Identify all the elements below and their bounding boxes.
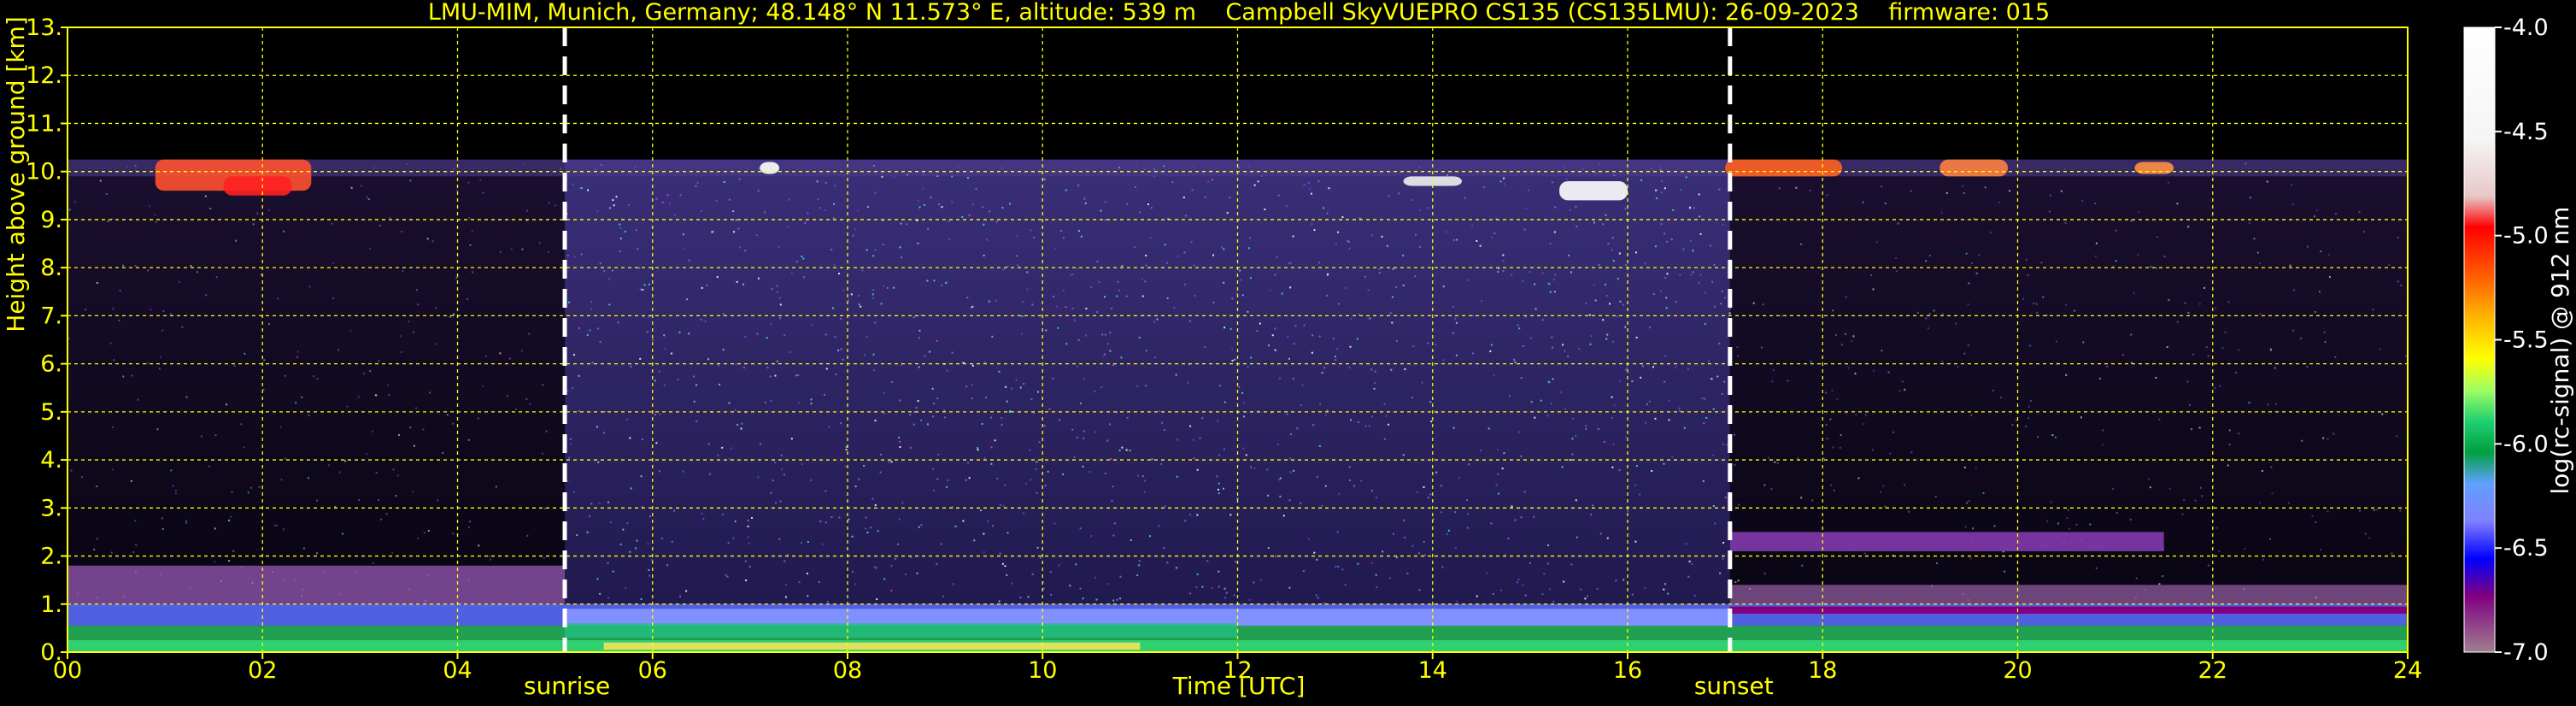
- y-tick-label: 11.: [26, 110, 62, 137]
- y-tick-label: 9.: [40, 207, 62, 233]
- sunrise-annotation: sunrise: [524, 672, 611, 700]
- x-tick-label: 16: [1613, 657, 1642, 684]
- y-tick-label: 10.: [26, 159, 62, 185]
- residual-layer: [67, 565, 566, 604]
- colorbar-tick-label: -7.0: [2503, 639, 2549, 666]
- colorbar: [2463, 26, 2496, 653]
- y-axis-label: Height above ground [km]: [2, 16, 30, 332]
- elevated-layer: [1729, 532, 2164, 551]
- surface-layer: [603, 642, 1141, 650]
- x-tick-label: 04: [443, 657, 472, 684]
- y-tick-label: 1.: [40, 591, 62, 618]
- y-tick-label: 5.: [40, 399, 62, 426]
- x-tick-label: 02: [248, 657, 277, 684]
- x-tick-label: 08: [833, 657, 862, 684]
- boundary-layer: [1729, 606, 2408, 615]
- night-noise-region: [1729, 159, 2408, 652]
- x-axis-label: Time [UTC]: [1172, 672, 1306, 700]
- x-tick-label: 10: [1028, 657, 1057, 684]
- x-tick-label: 22: [2198, 657, 2227, 684]
- y-tick-label: 8.: [40, 255, 62, 281]
- day-noise-region: [565, 159, 1730, 652]
- ceilometer-chart: 00 02 04 06 08 10 12 14 16 18 20 22 240.1.2.3.4.5.6.…: [26, 15, 2549, 684]
- cloud-patch: [1725, 159, 1843, 177]
- colorbar-tick-label: -6.0: [2503, 431, 2549, 457]
- y-tick-label: 13.: [26, 15, 62, 41]
- y-tick-label: 12.: [26, 62, 62, 89]
- x-tick-label: 24: [2393, 657, 2422, 684]
- y-tick-label: 6.: [40, 351, 62, 378]
- cloud-patch: [1559, 180, 1628, 201]
- colorbar-tick-label: -5.5: [2503, 327, 2549, 354]
- cloud-patch: [760, 162, 780, 174]
- colorbar-tick-label: -4.0: [2503, 15, 2549, 41]
- colorbar-tick-label: -6.5: [2503, 535, 2549, 562]
- x-tick-label: 14: [1418, 657, 1447, 684]
- sunset-annotation: sunset: [1693, 672, 1774, 700]
- x-tick-label: 18: [1808, 657, 1837, 684]
- cloud-patch: [2134, 162, 2174, 174]
- colorbar-tick-label: -5.0: [2503, 223, 2549, 250]
- colorbar-label: log(rc-signal) @ 912 nm: [2546, 206, 2574, 495]
- cloud-patch: [223, 176, 292, 196]
- colorbar-tick-label: -4.5: [2503, 119, 2549, 145]
- surface-layer: [565, 623, 1238, 638]
- cloud-patch: [1939, 159, 2009, 177]
- x-tick-label: 20: [2003, 657, 2032, 684]
- y-tick-label: 0.: [40, 639, 62, 666]
- x-tick-label: 06: [638, 657, 667, 684]
- y-tick-label: 4.: [40, 447, 62, 474]
- y-tick-label: 3.: [40, 495, 62, 521]
- y-tick-label: 2.: [40, 544, 62, 570]
- y-tick-label: 7.: [40, 303, 62, 329]
